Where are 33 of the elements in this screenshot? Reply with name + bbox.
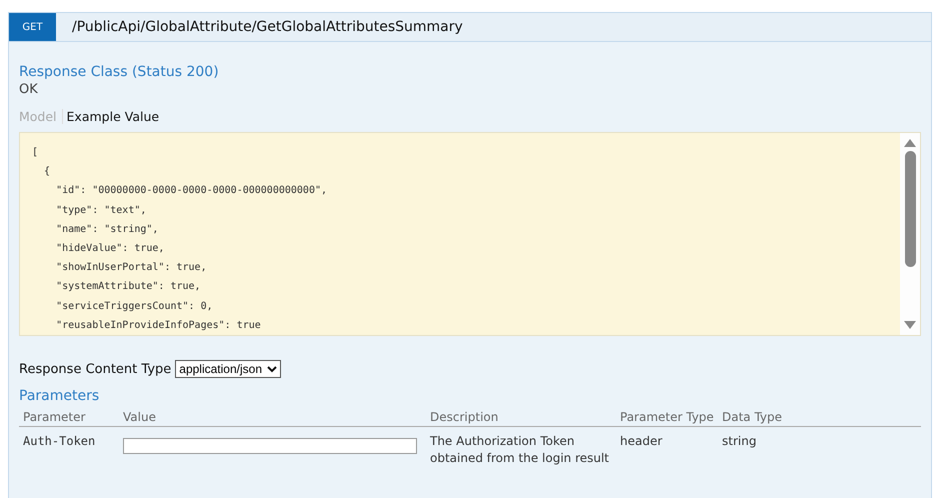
code-line: "id": "00000000-0000-0000-0000-000000000000", — [55, 184, 328, 198]
code-line: "systemAttribute": true, — [55, 280, 202, 294]
code-line: "name": "string", — [55, 222, 160, 237]
input-field[interactable] — [123, 438, 417, 454]
operation-header[interactable]: GET /PublicApi/GlobalAttribute/GetGlobalAttributesSummary — [8, 12, 932, 42]
section-heading: Response Class (Status 200) — [19, 64, 219, 80]
code-line: { — [43, 165, 52, 180]
column-header: Data Type — [718, 408, 921, 427]
code-line: "reusableInProvideInfoPages": true — [55, 318, 262, 333]
signature-tab[interactable]: Example Value — [62, 109, 164, 124]
code-line: "type": "text", — [55, 204, 148, 218]
chevron-down-icon — [267, 366, 277, 372]
column-header: Description — [426, 408, 616, 427]
scroll-down-arrow-icon[interactable] — [904, 321, 916, 329]
method-badge: GET — [9, 13, 56, 41]
section-heading: Parameters — [19, 388, 100, 404]
column-header: Parameter — [19, 408, 119, 427]
table-cell-text: header — [619, 433, 664, 450]
content-type-select[interactable]: application/json — [175, 360, 281, 378]
scroll-up-arrow-icon[interactable] — [904, 139, 916, 147]
column-header: Value — [119, 408, 426, 427]
table-cell-text: Auth-Token — [22, 433, 96, 450]
table-cell-text: The Authorization Token obtained from the login result — [429, 433, 610, 467]
code-line: "hideValue": true, — [55, 242, 166, 256]
code-line: [ — [32, 146, 40, 160]
endpoint-path[interactable]: /PublicApi/GlobalAttribute/GetGlobalAttributesSummary — [72, 19, 463, 35]
field-label: Response Content Type — [19, 362, 172, 376]
status-text: OK — [19, 82, 38, 97]
code-line: "showInUserPortal": true, — [55, 261, 208, 276]
scrollbar-thumb[interactable] — [904, 151, 916, 267]
table-cell-text: string — [721, 433, 758, 450]
column-header: Parameter Type — [616, 408, 718, 427]
code-line: "serviceTriggersCount": 0, — [55, 300, 214, 314]
